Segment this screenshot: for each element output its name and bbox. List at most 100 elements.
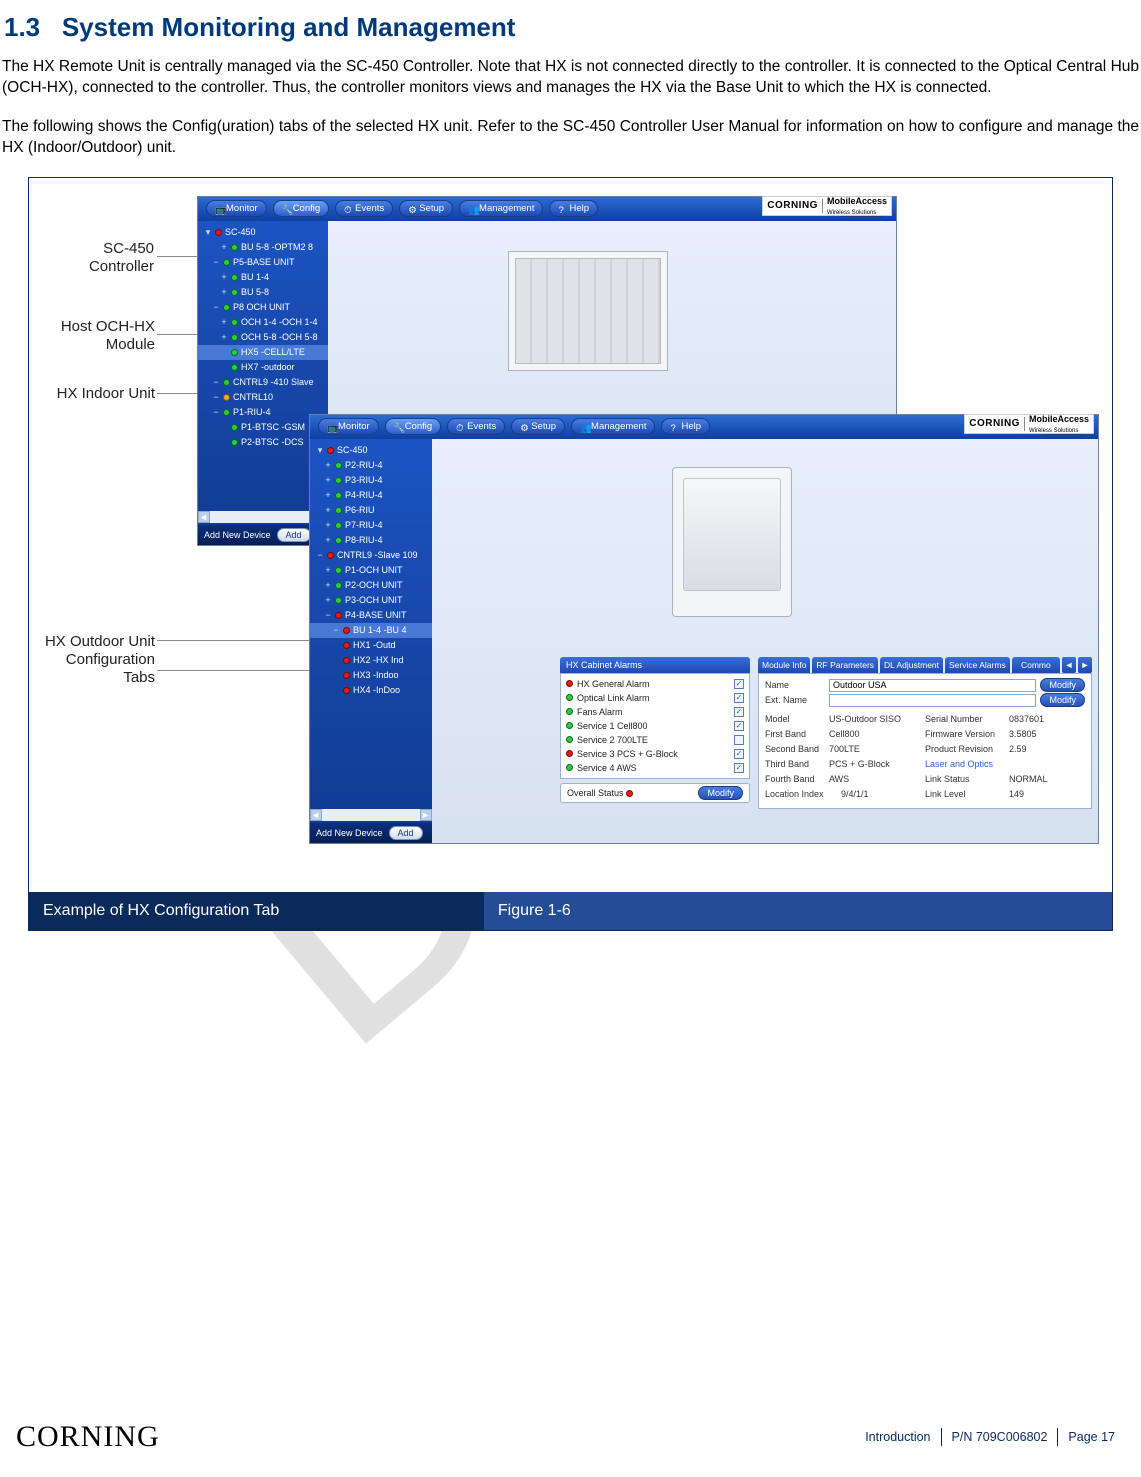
tree-item: CNTRL9 -410 Slave xyxy=(233,377,314,387)
modify-button[interactable]: Modify xyxy=(698,786,743,800)
section-number: 1.3 xyxy=(4,12,40,42)
add-device-button[interactable]: Add xyxy=(389,826,423,840)
nav-monitor[interactable]: 📺Monitor xyxy=(318,418,379,435)
footer-page-number: Page 17 xyxy=(1058,1430,1125,1444)
brand-badge: CORNING MobileAccessWireless Solutions xyxy=(964,414,1094,434)
setup-icon: ⚙ xyxy=(520,423,528,431)
alarm-checkbox[interactable]: ✓ xyxy=(734,693,744,703)
field-label: Product Revision xyxy=(925,744,1005,754)
modify-button[interactable]: Modify xyxy=(1040,678,1085,692)
figure-caption: Example of HX Configuration Tab Figure 1… xyxy=(29,892,1112,930)
tree-item: HX4 -InDoo xyxy=(353,685,400,695)
tree-scrollbar[interactable]: ◄► xyxy=(310,809,432,821)
field-label: Link Status xyxy=(925,774,1005,784)
footer-section: Introduction xyxy=(855,1430,940,1444)
field-value: 149 xyxy=(1009,789,1024,799)
events-icon: ⏱ xyxy=(344,205,352,213)
tree-item: P5-BASE UNIT xyxy=(233,257,295,267)
tab-dl-adjustment[interactable]: DL Adjustment xyxy=(880,657,943,673)
figure-block: SC-450 Controller Host OCH-HX Module HX … xyxy=(28,177,1113,931)
nav-management[interactable]: 👥Management xyxy=(459,200,543,217)
alarm-checkbox[interactable]: ✓ xyxy=(734,763,744,773)
tree-item: HX2 -HX Ind xyxy=(353,655,404,665)
intro-paragraph-1: The HX Remote Unit is centrally managed … xyxy=(2,57,1139,99)
field-label: Second Band xyxy=(765,744,825,754)
field-label: Name xyxy=(765,680,825,690)
tabs-next-button[interactable]: ► xyxy=(1078,657,1092,673)
nav-events[interactable]: ⏱Events xyxy=(447,418,505,435)
alarm-checkbox[interactable] xyxy=(734,735,744,745)
events-icon: ⏱ xyxy=(456,423,464,431)
caption-figure-number: Figure 1-6 xyxy=(484,892,1112,930)
nav-config[interactable]: 🔧Config xyxy=(385,418,441,435)
alarm-checkbox[interactable]: ✓ xyxy=(734,749,744,759)
field-value: NORMAL xyxy=(1009,774,1048,784)
main-preview-front: HX Cabinet Alarms HX General Alarm✓ Opti… xyxy=(432,439,1098,843)
config-icon: 🔧 xyxy=(282,205,290,213)
alarms-title: HX Cabinet Alarms xyxy=(560,657,750,673)
modify-button[interactable]: Modify xyxy=(1040,693,1085,707)
nav-help[interactable]: ?Help xyxy=(549,200,598,217)
field-value: 3.5805 xyxy=(1009,729,1037,739)
tree-item: HX3 -Indoo xyxy=(353,670,399,680)
field-label: Location Index xyxy=(765,789,837,799)
field-label: Fourth Band xyxy=(765,774,825,784)
alarm-checkbox[interactable]: ✓ xyxy=(734,721,744,731)
tab-service-alarms[interactable]: Service Alarms xyxy=(945,657,1010,673)
tree-item: P3-OCH UNIT xyxy=(345,595,403,605)
tab-common[interactable]: Commo xyxy=(1012,657,1060,673)
section-heading: 1.3 System Monitoring and Management xyxy=(4,12,1141,43)
nav-setup[interactable]: ⚙Setup xyxy=(511,418,565,435)
alarm-checkbox[interactable]: ✓ xyxy=(734,679,744,689)
field-value: PCS + G-Block xyxy=(829,759,890,769)
nav-setup[interactable]: ⚙Setup xyxy=(399,200,453,217)
alarm-row: Service 2 700LTE xyxy=(566,733,744,747)
tree-item-selected: HX5 -CELL/LTE xyxy=(241,347,305,357)
monitor-icon: 📺 xyxy=(327,423,335,431)
tabs-prev-button[interactable]: ◄ xyxy=(1062,657,1076,673)
tab-module-info[interactable]: Module Info xyxy=(758,657,810,673)
tree-item: P2-BTSC -DCS xyxy=(241,437,304,447)
field-value: 700LTE xyxy=(829,744,860,754)
nav-events[interactable]: ⏱Events xyxy=(335,200,393,217)
tree-item: P7-RIU-4 xyxy=(345,520,383,530)
tree-item: P2-RIU-4 xyxy=(345,460,383,470)
config-icon: 🔧 xyxy=(394,423,402,431)
tree-item: P3-RIU-4 xyxy=(345,475,383,485)
ext-name-input[interactable] xyxy=(829,694,1036,707)
tree-item: P1-RIU-4 xyxy=(233,407,271,417)
nav-monitor[interactable]: 📺Monitor xyxy=(206,200,267,217)
name-input[interactable] xyxy=(829,679,1036,692)
footer-part-number: P/N 709C006802 xyxy=(942,1430,1058,1444)
tab-rf-parameters[interactable]: RF Parameters xyxy=(812,657,878,673)
alarm-checkbox[interactable]: ✓ xyxy=(734,707,744,717)
nav-help[interactable]: ?Help xyxy=(661,418,710,435)
add-device-button[interactable]: Add xyxy=(277,528,311,542)
tree-root: SC-450 xyxy=(225,227,256,237)
help-icon: ? xyxy=(558,205,566,213)
tree-item: P2-OCH UNIT xyxy=(345,580,403,590)
app-window-front: CORNING MobileAccessWireless Solutions 📺… xyxy=(309,414,1099,844)
management-icon: 👥 xyxy=(468,205,476,213)
tree-item: P6-RIU xyxy=(345,505,375,515)
device-tree-front[interactable]: ▾SC-450 +P2-RIU-4 +P3-RIU-4 +P4-RIU-4 +P… xyxy=(310,439,432,843)
overall-status: Overall Status Modify xyxy=(560,783,750,803)
link-laser-optics[interactable]: Laser and Optics xyxy=(925,759,1005,769)
tree-root: SC-450 xyxy=(337,445,368,455)
tree-item: OCH 1-4 -OCH 1-4 xyxy=(241,317,318,327)
field-label: Ext. Name xyxy=(765,695,825,705)
add-device-label: Add New Device xyxy=(316,828,383,838)
nav-config[interactable]: 🔧Config xyxy=(273,200,329,217)
alarm-row: Service 1 Cell800✓ xyxy=(566,719,744,733)
tree-item: CNTRL9 -Slave 109 xyxy=(337,550,418,560)
page-footer: CORNING Introduction P/N 709C006802 Page… xyxy=(0,1417,1141,1457)
tree-item: P1-BTSC -GSM xyxy=(241,422,305,432)
brand-badge: CORNING MobileAccessWireless Solutions xyxy=(762,196,892,216)
alarm-row: Service 3 PCS + G-Block✓ xyxy=(566,747,744,761)
callout-outdoor: HX Outdoor Unit Configuration Tabs xyxy=(29,633,155,687)
field-value: AWS xyxy=(829,774,849,784)
field-value: US-Outdoor SISO xyxy=(829,714,901,724)
alarm-row: HX General Alarm✓ xyxy=(566,677,744,691)
nav-management[interactable]: 👥Management xyxy=(571,418,655,435)
section-title: System Monitoring and Management xyxy=(62,12,516,42)
